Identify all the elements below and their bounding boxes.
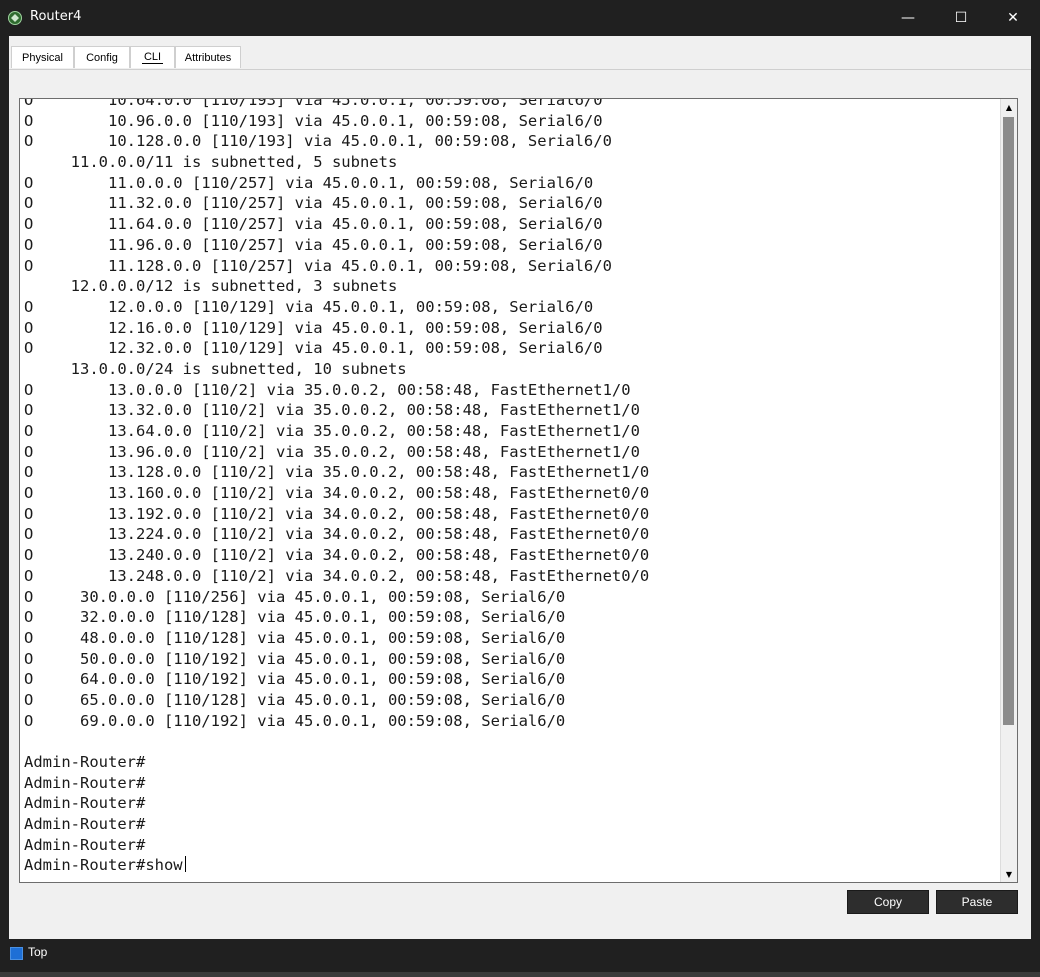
close-icon: ✕ [1007,10,1019,26]
maximize-icon: ☐ [954,10,968,26]
terminal-line: O 10.64.0.0 [110/193] via 45.0.0.1, 00:5… [24,98,603,109]
terminal-output: O 10.64.0.0 [110/193] via 45.0.0.1, 00:5… [24,98,999,876]
terminal-line: O 12.32.0.0 [110/129] via 45.0.0.1, 00:5… [24,339,603,358]
text-cursor [184,856,186,873]
terminal-line: O 13.160.0.0 [110/2] via 34.0.0.2, 00:58… [24,484,650,503]
terminal-line: O 64.0.0.0 [110/192] via 45.0.0.1, 00:59… [24,670,566,689]
terminal-line: Admin-Router# [24,794,146,813]
tab-cli[interactable]: CLI [130,46,175,68]
tab-config-label: Config [86,51,118,64]
terminal-line: O 10.128.0.0 [110/193] via 45.0.0.1, 00:… [24,132,612,151]
terminal-line: O 30.0.0.0 [110/256] via 45.0.0.1, 00:59… [24,587,566,606]
terminal-line: O 11.96.0.0 [110/257] via 45.0.0.1, 00:5… [24,235,603,254]
terminal-line: O 13.240.0.0 [110/2] via 34.0.0.2, 00:58… [24,546,650,565]
tab-config[interactable]: Config [74,46,130,68]
packet-tracer-app-icon [8,11,22,25]
terminal-line: O 11.0.0.0 [110/257] via 45.0.0.1, 00:59… [24,173,594,192]
terminal-line: O 13.128.0.0 [110/2] via 35.0.0.2, 00:58… [24,463,650,482]
terminal-line: O 13.64.0.0 [110/2] via 35.0.0.2, 00:58:… [24,422,640,440]
terminal-line: 12.0.0.0/12 is subnetted, 3 subnets [24,277,398,296]
terminal-line: Admin-Router#show [24,855,999,876]
terminal-line: O 13.0.0.0 [110/2] via 35.0.0.2, 00:58:4… [24,380,631,399]
cli-terminal[interactable]: O 10.64.0.0 [110/193] via 45.0.0.1, 00:5… [19,98,1018,883]
tab-physical-label: Physical [22,51,63,64]
scroll-up-icon[interactable]: ▲ [1001,99,1017,115]
close-button[interactable]: ✕ [987,0,1039,36]
title-bar[interactable]: Router4 — ☐ ✕ [0,0,1040,36]
terminal-line: 13.0.0.0/24 is subnetted, 10 subnets [24,359,407,378]
terminal-line: O 11.64.0.0 [110/257] via 45.0.0.1, 00:5… [24,215,603,234]
terminal-line: O 10.96.0.0 [110/193] via 45.0.0.1, 00:5… [24,111,603,130]
terminal-line: 11.0.0.0/11 is subnetted, 5 subnets [24,153,398,172]
tab-strip: Physical Config CLI Attributes [9,46,1031,70]
terminal-line: O 13.192.0.0 [110/2] via 34.0.0.2, 00:58… [24,504,650,523]
terminal-line: O 65.0.0.0 [110/128] via 45.0.0.1, 00:59… [24,690,566,709]
copy-button[interactable]: Copy [847,890,929,914]
tab-attributes[interactable]: Attributes [175,46,241,68]
tab-panel-divider [9,69,1031,70]
minimize-button[interactable]: — [882,0,934,36]
terminal-line: O 50.0.0.0 [110/192] via 45.0.0.1, 00:59… [24,649,566,668]
terminal-line: O 69.0.0.0 [110/192] via 45.0.0.1, 00:59… [24,711,566,730]
router4-window: Router4 — ☐ ✕ Physical Config CLI Attrib… [0,0,1040,977]
maximize-button[interactable]: ☐ [935,0,987,36]
terminal-line: O 48.0.0.0 [110/128] via 45.0.0.1, 00:59… [24,628,566,647]
terminal-scrollbar[interactable]: ▲ ▼ [1000,99,1017,882]
paste-button[interactable]: Paste [936,890,1018,914]
terminal-line: O 13.248.0.0 [110/2] via 34.0.0.2, 00:58… [24,566,650,585]
terminal-line: O 11.32.0.0 [110/257] via 45.0.0.1, 00:5… [24,194,603,213]
taskbar-strip [0,972,1040,977]
scroll-down-icon[interactable]: ▼ [1001,866,1017,882]
tab-physical[interactable]: Physical [11,46,74,68]
tab-cli-label: CLI [141,51,164,64]
terminal-line: O 13.224.0.0 [110/2] via 34.0.0.2, 00:58… [24,525,650,544]
terminal-line: Admin-Router# [24,753,146,771]
terminal-line: O 32.0.0.0 [110/128] via 45.0.0.1, 00:59… [24,608,566,627]
minimize-icon: — [901,10,915,26]
scroll-thumb[interactable] [1003,117,1014,725]
terminal-line: O 13.32.0.0 [110/2] via 35.0.0.2, 00:58:… [24,401,640,420]
client-area: Physical Config CLI Attributes O 10.64.0… [9,36,1031,939]
terminal-line: O 13.96.0.0 [110/2] via 35.0.0.2, 00:58:… [24,442,640,461]
tab-attributes-label: Attributes [184,51,232,64]
top-checkbox[interactable] [10,947,23,960]
terminal-line: O 11.128.0.0 [110/257] via 45.0.0.1, 00:… [24,256,612,275]
terminal-line: Admin-Router# [24,815,146,834]
top-label: Top [28,945,48,959]
bottom-bar: Top [0,939,1040,977]
terminal-line: Admin-Router# [24,835,146,854]
window-title: Router4 [30,9,82,24]
terminal-line: O 12.16.0.0 [110/129] via 45.0.0.1, 00:5… [24,318,603,337]
terminal-line: O 12.0.0.0 [110/129] via 45.0.0.1, 00:59… [24,297,594,316]
terminal-line: Admin-Router# [24,773,146,792]
